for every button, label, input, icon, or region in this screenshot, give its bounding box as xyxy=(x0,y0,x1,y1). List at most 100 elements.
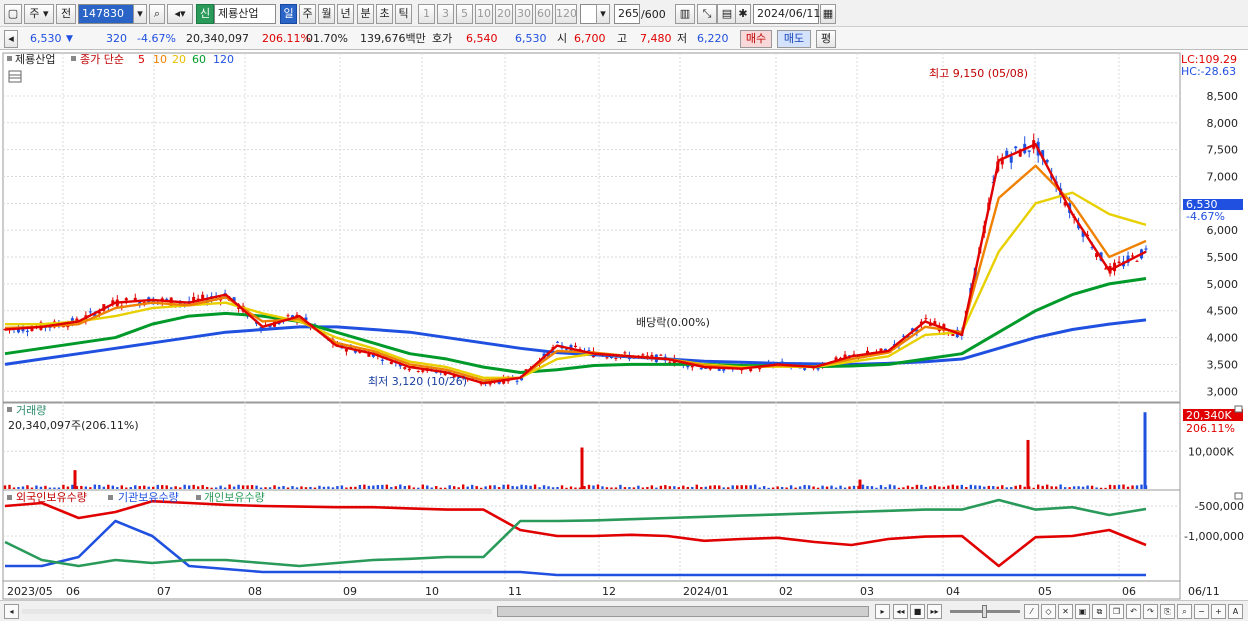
interval-1[interactable]: 1 xyxy=(418,4,435,24)
volume-bar xyxy=(192,484,195,489)
candle-icon[interactable]: ▥ xyxy=(675,4,695,24)
sell-button[interactable]: 매도 xyxy=(777,30,811,48)
interval-30[interactable]: 30 xyxy=(515,4,533,24)
x-tick-label: 06/11 xyxy=(1188,585,1220,598)
interval-5[interactable]: 5 xyxy=(456,4,473,24)
undo-icon[interactable]: ↶ xyxy=(1126,604,1141,619)
avg-button[interactable]: 평 xyxy=(816,30,836,48)
save-icon[interactable]: ▤ xyxy=(717,4,737,24)
date-input[interactable]: 2024/06/11 xyxy=(753,4,820,24)
volume-bar xyxy=(619,484,622,489)
volume-bar xyxy=(340,485,344,489)
scroll-left-icon[interactable]: ◂ xyxy=(4,604,19,619)
volume-bar xyxy=(385,484,389,489)
legend-ma-title: 종가 단순 xyxy=(80,53,124,66)
candle-body xyxy=(641,354,645,356)
interval-60[interactable]: 60 xyxy=(535,4,553,24)
window-icon[interactable]: ▢ xyxy=(4,4,22,24)
volume-bar xyxy=(304,487,308,489)
scroll-track[interactable] xyxy=(22,609,492,614)
table-icon[interactable] xyxy=(8,70,22,83)
volume-bar xyxy=(1014,485,1017,489)
volume-bar xyxy=(358,484,362,489)
zoom-slider-handle[interactable] xyxy=(982,605,987,618)
volume-bar xyxy=(691,486,694,489)
zoom-out-icon[interactable]: − xyxy=(1194,604,1209,619)
tab-day[interactable]: 일 xyxy=(280,4,297,24)
buy-button[interactable]: 매수 xyxy=(740,30,772,48)
tab-month[interactable]: 월 xyxy=(318,4,335,24)
font-size-icon[interactable]: A xyxy=(1228,604,1243,619)
panel-close-icon[interactable] xyxy=(1234,405,1243,413)
speaker-icon[interactable]: ◂▾ xyxy=(167,4,193,24)
interval-20[interactable]: 20 xyxy=(495,4,513,24)
volume-bar xyxy=(1045,484,1049,489)
volume-bar xyxy=(488,485,492,489)
volume-bar xyxy=(623,487,627,489)
redo-icon[interactable]: ↷ xyxy=(1143,604,1158,619)
collapse-icon[interactable]: ◂ xyxy=(4,30,18,48)
volume-bar xyxy=(62,484,65,489)
tab-week[interactable]: 주 xyxy=(299,4,316,24)
price-ytick: 7,500 xyxy=(1207,144,1239,157)
volume-bar xyxy=(978,485,981,489)
shape-tool-icon[interactable]: ◇ xyxy=(1041,604,1056,619)
paste-icon[interactable]: ❐ xyxy=(1109,604,1124,619)
current-price: 6,530 xyxy=(30,32,62,45)
price-ytick: 6,000 xyxy=(1207,224,1239,237)
volume-bar xyxy=(745,485,748,489)
tab-second[interactable]: 초 xyxy=(376,4,393,24)
low-label: 저 xyxy=(677,32,688,45)
compare-icon[interactable]: ⎘ xyxy=(1160,604,1175,619)
volume-bar xyxy=(713,485,716,489)
volume-bar xyxy=(861,484,865,489)
stop-icon[interactable]: ■ xyxy=(910,604,925,619)
count-input[interactable]: 265 xyxy=(614,4,640,24)
interval-10[interactable]: 10 xyxy=(475,4,493,24)
ask-price: 6,540 xyxy=(466,32,498,45)
line-tool-icon[interactable]: ⤡ xyxy=(697,4,717,24)
tab-minute[interactable]: 분 xyxy=(357,4,374,24)
tab-year[interactable]: 년 xyxy=(337,4,354,24)
volume-bar xyxy=(1054,486,1058,489)
interval-3[interactable]: 3 xyxy=(437,4,454,24)
code-dropdown-icon[interactable]: ▾ xyxy=(133,4,147,24)
skip-forward-icon[interactable]: ▸▸ xyxy=(927,604,942,619)
line-tool-icon[interactable]: ⁄ xyxy=(1024,604,1039,619)
interval-dropdown-icon[interactable]: ▾ xyxy=(596,4,610,24)
tab-tick[interactable]: 틱 xyxy=(395,4,412,24)
skip-back-icon[interactable]: ◂◂ xyxy=(893,604,908,619)
scroll-right-icon[interactable]: ▸ xyxy=(875,604,890,619)
volume-bar xyxy=(992,486,995,489)
volume-bar xyxy=(93,484,97,489)
gear-icon[interactable]: ✱ xyxy=(735,4,751,24)
panel-close-icon[interactable] xyxy=(1234,492,1243,500)
volume-bar xyxy=(102,486,106,489)
zoom-search-icon[interactable]: ⌕ xyxy=(1177,604,1192,619)
calendar-icon[interactable]: ▦ xyxy=(820,4,836,24)
copy-icon[interactable]: ⧉ xyxy=(1092,604,1107,619)
volume-bar xyxy=(1063,487,1067,489)
interval-120[interactable]: 120 xyxy=(555,4,577,24)
volume-bar xyxy=(246,485,249,489)
fit-icon[interactable]: ▣ xyxy=(1075,604,1090,619)
volume-bar xyxy=(174,486,177,489)
stock-code-input[interactable]: 147830 xyxy=(78,4,138,24)
volume-tag-pct: 206.11% xyxy=(1186,422,1235,435)
legend-marker-icon xyxy=(108,495,113,500)
volume-tag-text: 20,340K xyxy=(1186,409,1232,422)
search-icon[interactable]: ⌕ xyxy=(149,4,165,24)
volume-bar xyxy=(264,487,267,489)
quote-label: 호가 xyxy=(432,32,453,45)
volume-bar xyxy=(98,484,101,489)
scroll-thumb[interactable] xyxy=(497,606,869,617)
volume-bar xyxy=(807,485,811,489)
market-mode-button[interactable]: 전 xyxy=(56,4,76,24)
chart-type-select[interactable]: 주 ▾ xyxy=(24,4,54,24)
holder-foreign-label: 외국인보유수량 xyxy=(16,491,87,504)
zoom-in-icon[interactable]: + xyxy=(1211,604,1226,619)
volume-bar xyxy=(421,484,424,489)
cross-tool-icon[interactable]: ✕ xyxy=(1058,604,1073,619)
volume-bar xyxy=(367,485,371,489)
stock-chart[interactable]: 8,5008,0007,5007,0006,5006,0005,5005,000… xyxy=(0,50,1248,600)
